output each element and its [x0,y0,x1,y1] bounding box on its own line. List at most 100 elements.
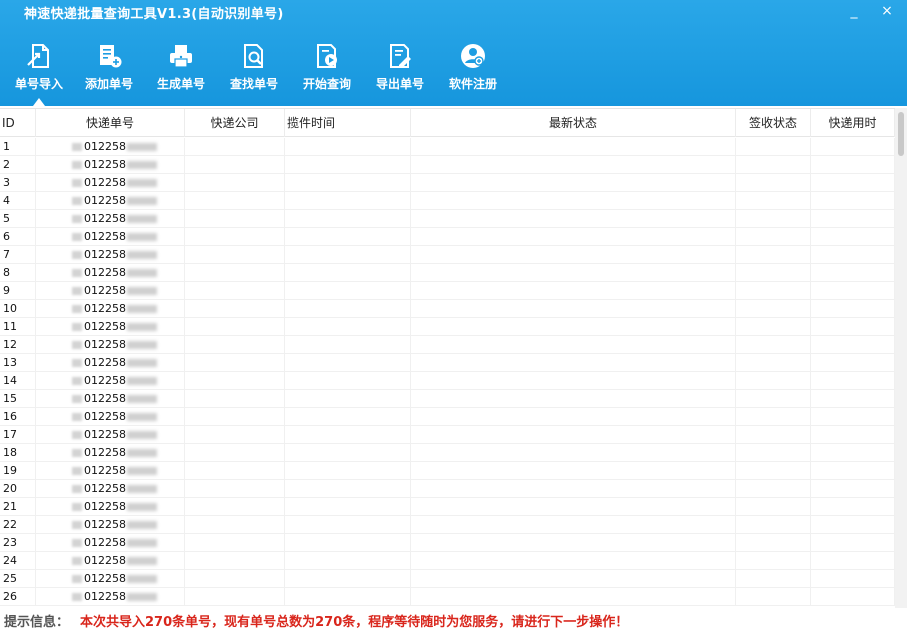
table-row[interactable]: 26 012258 [0,588,895,606]
cell-tracking-no: 012258 [36,336,185,354]
table-row[interactable]: 22 012258 [0,516,895,534]
col-tracking-no[interactable]: 快递单号 [36,109,185,137]
table-row[interactable]: 24 012258 [0,552,895,570]
table-row[interactable]: 16 012258 [0,408,895,426]
import-icon [27,44,49,68]
cell-tracking-no: 012258 [36,246,185,264]
window-title: 神速快递批量查询工具V1.3(自动识别单号) [24,7,284,22]
cell-sign-status [736,300,811,318]
scrollbar-thumb[interactable] [898,112,904,156]
cell-latest-status [411,264,736,282]
cell-latest-status [411,588,736,606]
cell-tracking-no: 012258 [36,138,185,156]
cell-courier [185,174,285,192]
cell-id: 20 [0,480,36,498]
col-id[interactable]: ID [0,109,36,137]
table-row[interactable]: 4 012258 [0,192,895,210]
tracking-no-text: 012258 [84,482,126,495]
cell-pickup-time [285,534,411,552]
redacted-suffix [127,287,157,295]
cell-id: 4 [0,192,36,210]
tracking-no-text: 012258 [84,554,126,567]
redacted-suffix [127,539,157,547]
cell-duration [811,354,895,372]
cell-duration [811,534,895,552]
cell-sign-status [736,228,811,246]
register-button[interactable]: 软件注册 [438,38,508,106]
table-row[interactable]: 1 012258 [0,138,895,156]
table-row[interactable]: 13 012258 [0,354,895,372]
cell-pickup-time [285,336,411,354]
table-row[interactable]: 7 012258 [0,246,895,264]
close-button[interactable]: × [873,0,901,24]
export-button[interactable]: 导出单号 [365,38,435,106]
cell-sign-status [736,588,811,606]
cell-tracking-no: 012258 [36,444,185,462]
table-row[interactable]: 12 012258 [0,336,895,354]
redacted-prefix [72,269,82,277]
cell-pickup-time [285,444,411,462]
tracking-table[interactable]: ID 快递单号 快递公司 揽件时间 最新状态 签收状态 快递用时 1 012258… [0,108,895,608]
find-button[interactable]: 查找单号 [219,38,289,106]
generate-button[interactable]: 生成单号 [146,38,216,106]
cell-sign-status [736,462,811,480]
redacted-prefix [72,305,82,313]
register-icon [461,44,485,68]
add-button[interactable]: 添加单号 [74,38,144,106]
col-pickup-time[interactable]: 揽件时间 [285,109,411,137]
table-row[interactable]: 15 012258 [0,390,895,408]
vertical-scrollbar[interactable] [895,108,907,608]
table-row[interactable]: 21 012258 [0,498,895,516]
cell-sign-status [736,498,811,516]
table-row[interactable]: 9 012258 [0,282,895,300]
cell-id: 5 [0,210,36,228]
cell-id: 25 [0,570,36,588]
col-courier[interactable]: 快递公司 [185,109,285,137]
cell-latest-status [411,444,736,462]
table-row[interactable]: 17 012258 [0,426,895,444]
cell-id: 13 [0,354,36,372]
table-row[interactable]: 19 012258 [0,462,895,480]
cell-pickup-time [285,354,411,372]
table-row[interactable]: 23 012258 [0,534,895,552]
redacted-prefix [72,197,82,205]
table-row[interactable]: 25 012258 [0,570,895,588]
cell-duration [811,300,895,318]
col-sign-status[interactable]: 签收状态 [736,109,811,137]
table-row[interactable]: 6 012258 [0,228,895,246]
table-row[interactable]: 10 012258 [0,300,895,318]
cell-duration [811,426,895,444]
table-row[interactable]: 2 012258 [0,156,895,174]
redacted-prefix [72,593,82,601]
redacted-suffix [127,197,157,205]
table-row[interactable]: 18 012258 [0,444,895,462]
cell-courier [185,264,285,282]
cell-tracking-no: 012258 [36,516,185,534]
cell-tracking-no: 012258 [36,300,185,318]
cell-id: 14 [0,372,36,390]
redacted-suffix [127,161,157,169]
cell-duration [811,570,895,588]
col-latest-status[interactable]: 最新状态 [411,109,736,137]
cell-courier [185,282,285,300]
cell-duration [811,336,895,354]
cell-sign-status [736,390,811,408]
minimize-button[interactable]: _ [840,0,868,24]
cell-tracking-no: 012258 [36,534,185,552]
table-row[interactable]: 11 012258 [0,318,895,336]
redacted-prefix [72,485,82,493]
cell-pickup-time [285,480,411,498]
col-duration[interactable]: 快递用时 [811,109,895,137]
start-query-button[interactable]: 开始查询 [292,38,362,106]
status-message: 本次共导入270条单号，现有单号总数为270条，程序等待随时为您服务，请进行下一… [80,615,629,630]
table-row[interactable]: 14 012258 [0,372,895,390]
cell-latest-status [411,408,736,426]
tracking-no-text: 012258 [84,590,126,603]
import-button[interactable]: 单号导入 [4,38,74,106]
table-row[interactable]: 3 012258 [0,174,895,192]
table-row[interactable]: 20 012258 [0,480,895,498]
table-row[interactable]: 8 012258 [0,264,895,282]
cell-duration [811,282,895,300]
cell-tracking-no: 012258 [36,588,185,606]
table-row[interactable]: 5 012258 [0,210,895,228]
